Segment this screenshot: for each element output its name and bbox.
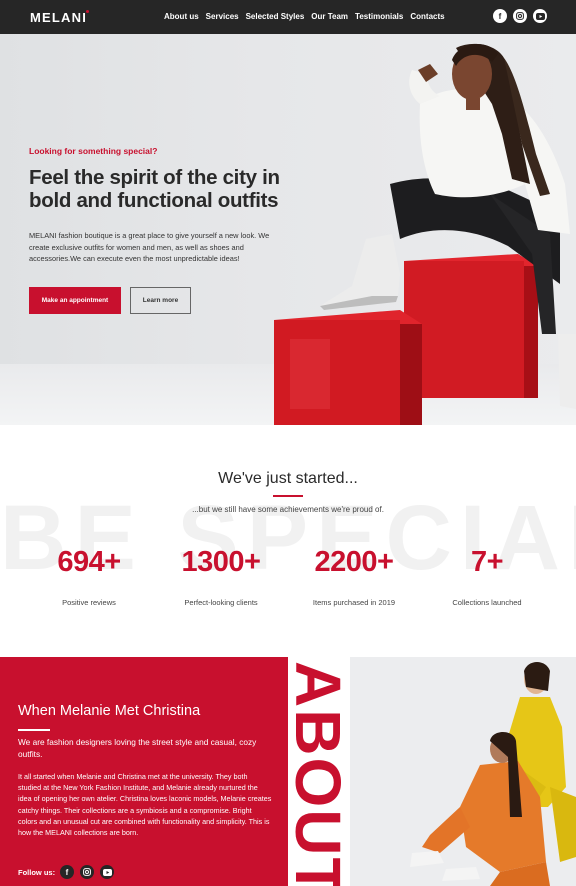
- about-body: It all started when Melanie and Christin…: [18, 772, 272, 838]
- nav-item-our-team[interactable]: Our Team: [311, 12, 348, 21]
- about-section: When Melanie Met Christina We are fashio…: [0, 657, 576, 886]
- facebook-icon[interactable]: f: [493, 9, 507, 23]
- stat-value: 694+: [57, 546, 121, 578]
- follow-us-label: Follow us:: [18, 868, 56, 877]
- nav-item-testimonials[interactable]: Testimonials: [355, 12, 403, 21]
- make-appointment-button[interactable]: Make an appointment: [29, 287, 121, 314]
- stat-value: 1300+: [181, 546, 261, 578]
- hero-title: Feel the spirit of the city in bold and …: [29, 166, 280, 212]
- footer-social-links: f: [60, 865, 114, 879]
- about-vertical-text: ABOUT: [288, 661, 350, 886]
- youtube-icon[interactable]: [100, 865, 114, 879]
- about-title-underline: [18, 729, 50, 731]
- achievements-title: We've just started...: [218, 470, 358, 487]
- achievements-section: BE SPECIAL We've just started... ...but …: [0, 425, 576, 657]
- stat-value: 7+: [470, 546, 504, 578]
- about-title: When Melanie Met Christina: [18, 703, 201, 719]
- landing-page: MELANI About us Services Selected Styles…: [0, 0, 576, 886]
- stat-label: Positive reviews: [62, 598, 116, 607]
- main-nav: About us Services Selected Styles Our Te…: [164, 12, 445, 21]
- achievements-subtitle: ...but we still have some achievements w…: [192, 505, 384, 514]
- stat-value: 2200+: [314, 546, 394, 578]
- about-lead: We are fashion designers loving the stre…: [18, 737, 257, 759]
- nav-item-services[interactable]: Services: [206, 12, 239, 21]
- hero-model-image: [274, 43, 576, 425]
- about-vertical-word: ABOUT: [288, 657, 350, 886]
- stat-label: Items purchased in 2019: [312, 598, 396, 607]
- hero-kicker: Looking for something special?: [29, 146, 158, 156]
- title-underline: [273, 495, 303, 497]
- instagram-icon[interactable]: [513, 9, 527, 23]
- facebook-icon[interactable]: f: [60, 865, 74, 879]
- logo-accent-dot: [86, 10, 89, 13]
- site-header: MELANI About us Services Selected Styles…: [0, 0, 576, 34]
- instagram-icon[interactable]: [80, 865, 94, 879]
- youtube-icon[interactable]: [533, 9, 547, 23]
- brand-logo[interactable]: MELANI: [30, 10, 87, 25]
- learn-more-button[interactable]: Learn more: [130, 287, 191, 314]
- nav-item-about[interactable]: About us: [164, 12, 199, 21]
- about-models-image: [350, 657, 576, 886]
- nav-item-contacts[interactable]: Contacts: [410, 12, 444, 21]
- stat-label: Perfect-looking clients: [184, 598, 258, 607]
- hero-description: MELANI fashion boutique is a great place…: [29, 231, 270, 263]
- hero-section: Looking for something special? Feel the …: [0, 34, 576, 425]
- stat-label: Collections launched: [452, 598, 522, 607]
- header-social-links: f: [493, 9, 547, 23]
- nav-item-selected-styles[interactable]: Selected Styles: [246, 12, 305, 21]
